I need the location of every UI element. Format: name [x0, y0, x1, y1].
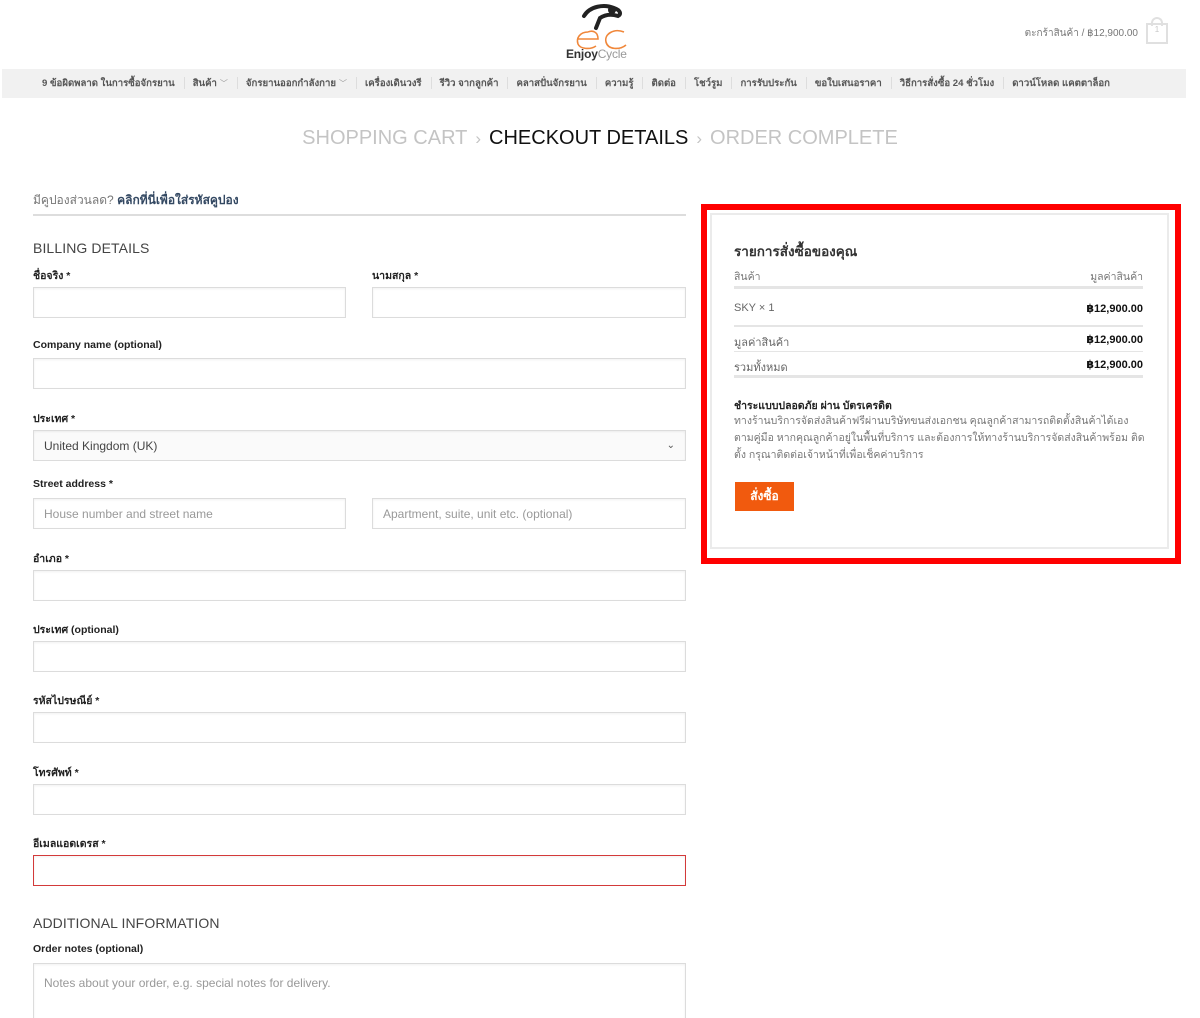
phone-input[interactable]: [33, 784, 686, 815]
nav-item[interactable]: โชว์รูม: [684, 76, 732, 91]
nav-item-label: 9 ข้อผิดพลาด ในการซื้อจักรยาน: [42, 78, 175, 89]
cart-link[interactable]: ตะกร้าสินค้า / ฿12,900.00: [1025, 26, 1138, 41]
street-address-label: Street address *: [33, 478, 113, 490]
total-value: ฿12,900.00: [1086, 359, 1143, 371]
total-label: รวมทั้งหมด: [734, 362, 788, 374]
nav-item[interactable]: วิธีการสั่งซื้อ 24 ชั่วโมง: [890, 76, 1003, 91]
site-logo[interactable]: EnjoyCycle: [560, 2, 642, 64]
step-order-complete: ORDER COMPLETE: [710, 127, 898, 149]
nav-item[interactable]: สินค้า ﹀: [183, 76, 237, 91]
country-label: ประเทศ *: [33, 413, 76, 425]
order-notes-textarea[interactable]: Notes about your order, e.g. special not…: [33, 963, 686, 1018]
state-input[interactable]: [33, 641, 686, 672]
cart-bag-icon[interactable]: 1: [1146, 17, 1168, 44]
order-notes-label: Order notes (optional): [33, 943, 144, 955]
chevron-down-icon: ⌄: [666, 440, 675, 451]
company-label: Company name (optional): [33, 339, 162, 351]
nav-item-label: โชว์รูม: [693, 78, 723, 89]
first-name-input[interactable]: [33, 287, 346, 318]
cyclist-logo-icon: [576, 4, 627, 50]
nav-item-label: เครื่องเดินวงรี: [364, 78, 422, 89]
coupon-link[interactable]: คลิกที่นี่เพื่อใส่รหัสคูปอง: [117, 193, 239, 207]
nav-item-label: จักรยานออกกำลังกาย: [245, 78, 336, 89]
order-review-title: รายการสั่งซื้อของคุณ: [734, 244, 858, 259]
email-label: อีเมลแอดเดรส *: [33, 838, 106, 850]
chevron-down-icon: ﹀: [338, 79, 347, 88]
divider: [734, 286, 1143, 289]
nav-item-label: ขอใบเสนอราคา: [814, 78, 882, 89]
coupon-prompt: มีคูปองส่วนลด?: [33, 193, 114, 207]
street-address-line1-placeholder: House number and street name: [44, 506, 213, 521]
additional-information-heading: ADDITIONAL INFORMATION: [33, 915, 220, 931]
main-nav: 9 ข้อผิดพลาด ในการซื้อจักรยาน สินค้า ﹀ จักร…: [2, 69, 1186, 98]
divider: [33, 214, 686, 216]
logo-text-secondary: Cycle: [597, 47, 627, 61]
site-header: EnjoyCycle ตะกร้าสินค้า / ฿12,900.00 1: [0, 0, 1200, 68]
nav-item-label: ความรู้: [604, 78, 634, 89]
nav-item-label: การรับประกัน: [740, 78, 797, 89]
cart-count-badge: 1: [1154, 25, 1160, 34]
divider: [734, 351, 1143, 352]
divider: [734, 375, 1143, 378]
phone-label: โทรศัพท์ *: [33, 767, 79, 779]
order-table-header: สินค้า มูลค่าสินค้า: [734, 268, 1143, 285]
email-input[interactable]: [33, 855, 686, 886]
first-name-label: ชื่อจริง *: [33, 270, 71, 282]
nav-item-label: รีวิว จากลูกค้า: [439, 78, 499, 89]
total-row: รวมทั้งหมด ฿12,900.00: [734, 358, 1143, 376]
column-product: สินค้า: [734, 271, 761, 283]
nav-item[interactable]: ดาวน์โหลด แคตตาล็อก: [1003, 76, 1119, 91]
column-total: มูลค่าสินค้า: [1090, 271, 1143, 283]
billing-details-heading: BILLING DETAILS: [33, 240, 150, 256]
nav-item-label: วิธีการสั่งซื้อ 24 ชั่วโมง: [899, 78, 995, 89]
nav-item[interactable]: ติดต่อ: [642, 76, 684, 91]
subtotal-row: มูลค่าสินค้า ฿12,900.00: [734, 333, 1143, 351]
step-shopping-cart[interactable]: SHOPPING CART: [302, 127, 467, 149]
nav-item[interactable]: เครื่องเดินวงรี: [355, 76, 431, 91]
country-select[interactable]: United Kingdom (UK) ⌄: [33, 430, 686, 461]
divider: [734, 325, 1143, 327]
order-item-row: SKY × 1 ฿12,900.00: [734, 302, 1143, 315]
nav-item-label: คลาสปั่นจักรยาน: [516, 78, 587, 89]
logo-text: EnjoyCycle: [566, 47, 627, 61]
street-address-line2-input[interactable]: Apartment, suite, unit etc. (optional): [372, 498, 686, 529]
nav-item[interactable]: 9 ข้อผิดพลาด ในการซื้อจักรยาน: [42, 76, 184, 91]
country-select-value: United Kingdom (UK): [44, 438, 158, 453]
nav-item[interactable]: จักรยานออกกำลังกาย ﹀: [236, 76, 356, 91]
coupon-notice: มีคูปองส่วนลด? คลิกที่นี่เพื่อใส่รหัสคูป…: [33, 191, 239, 210]
subtotal-value: ฿12,900.00: [1086, 334, 1143, 346]
nav-item[interactable]: ขอใบเสนอราคา: [805, 76, 891, 91]
last-name-label: นามสกุล *: [372, 270, 419, 282]
state-label: ประเทศ (optional): [33, 624, 119, 636]
nav-item-label: ดาวน์โหลด แคตตาล็อก: [1012, 78, 1110, 89]
logo-text-primary: Enjoy: [566, 47, 598, 61]
chevron-right-icon: ›: [475, 129, 482, 148]
place-order-button[interactable]: สั่งซื้อ: [735, 482, 794, 511]
order-item-price: ฿12,900.00: [1086, 303, 1143, 315]
nav-item-label: ติดต่อ: [651, 78, 676, 89]
chevron-down-icon: ﹀: [219, 79, 228, 88]
order-item-name: SKY × 1: [734, 302, 775, 314]
postcode-input[interactable]: [33, 712, 686, 743]
district-label: อำเภอ *: [33, 553, 70, 565]
company-input[interactable]: [33, 358, 686, 389]
last-name-input[interactable]: [372, 287, 686, 318]
street-address-line1-input[interactable]: House number and street name: [33, 498, 346, 529]
order-notes-placeholder: Notes about your order, e.g. special not…: [44, 976, 331, 990]
district-input[interactable]: [33, 570, 686, 601]
checkout-steps: SHOPPING CART › CHECKOUT DETAILS › ORDER COM…: [0, 127, 1200, 150]
payment-method-description: ทางร้านบริการจัดส่งสินค้าฟรีผ่านบริษัทขน…: [734, 415, 1145, 461]
nav-item-label: สินค้า: [192, 78, 217, 89]
step-checkout-details[interactable]: CHECKOUT DETAILS: [489, 127, 688, 149]
payment-method-title: ชำระแบบปลอดภัย ผ่าน บัตรเครดิต: [734, 400, 892, 412]
nav-item[interactable]: รีวิว จากลูกค้า: [430, 76, 508, 91]
street-address-line2-placeholder: Apartment, suite, unit etc. (optional): [383, 506, 573, 521]
chevron-right-icon: ›: [696, 129, 703, 148]
nav-item[interactable]: การรับประกัน: [731, 76, 805, 91]
postcode-label: รหัสไปรษณีย์ *: [33, 695, 100, 707]
nav-item[interactable]: ความรู้: [595, 76, 643, 91]
nav-item[interactable]: คลาสปั่นจักรยาน: [507, 76, 595, 91]
subtotal-label: มูลค่าสินค้า: [734, 337, 790, 349]
